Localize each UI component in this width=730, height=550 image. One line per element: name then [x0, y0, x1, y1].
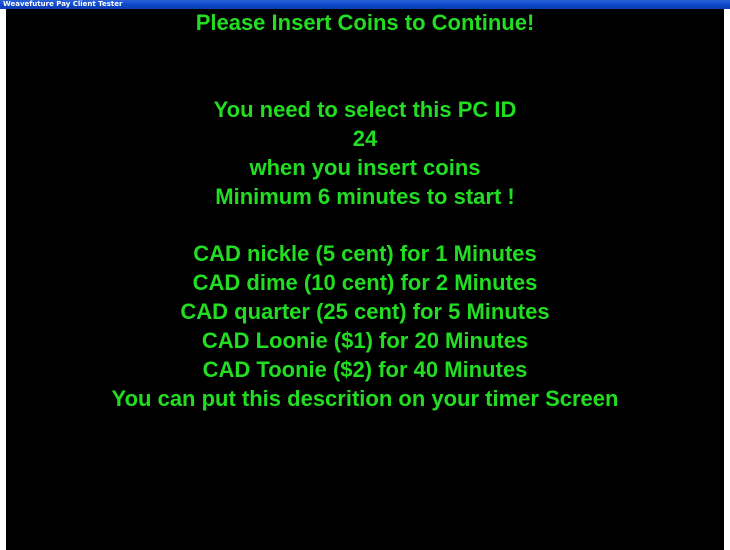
insert-coins-heading: Please Insert Coins to Continue! — [195, 10, 535, 35]
rate-loonie: CAD Loonie ($1) for 20 Minutes — [201, 328, 529, 353]
title-bar[interactable]: Weavefuture Pay Client Tester — [0, 0, 730, 9]
insert-coins-text: when you insert coins — [249, 155, 481, 180]
pc-id-value: 24 — [352, 126, 378, 151]
select-pc-text: You need to select this PC ID — [213, 97, 517, 122]
rate-nickle: CAD nickle (5 cent) for 1 Minutes — [193, 241, 537, 266]
rate-toonie: CAD Toonie ($2) for 40 Minutes — [202, 357, 528, 382]
timer-screen-description: You can put this descrition on your time… — [111, 386, 619, 411]
rate-dime: CAD dime (10 cent) for 2 Minutes — [192, 270, 538, 295]
minimum-time-text: Minimum 6 minutes to start ! — [215, 184, 515, 209]
window-title: Weavefuture Pay Client Tester — [3, 0, 123, 8]
rate-quarter: CAD quarter (25 cent) for 5 Minutes — [180, 299, 550, 324]
app-window: Weavefuture Pay Client Tester Please Ins… — [0, 0, 730, 550]
